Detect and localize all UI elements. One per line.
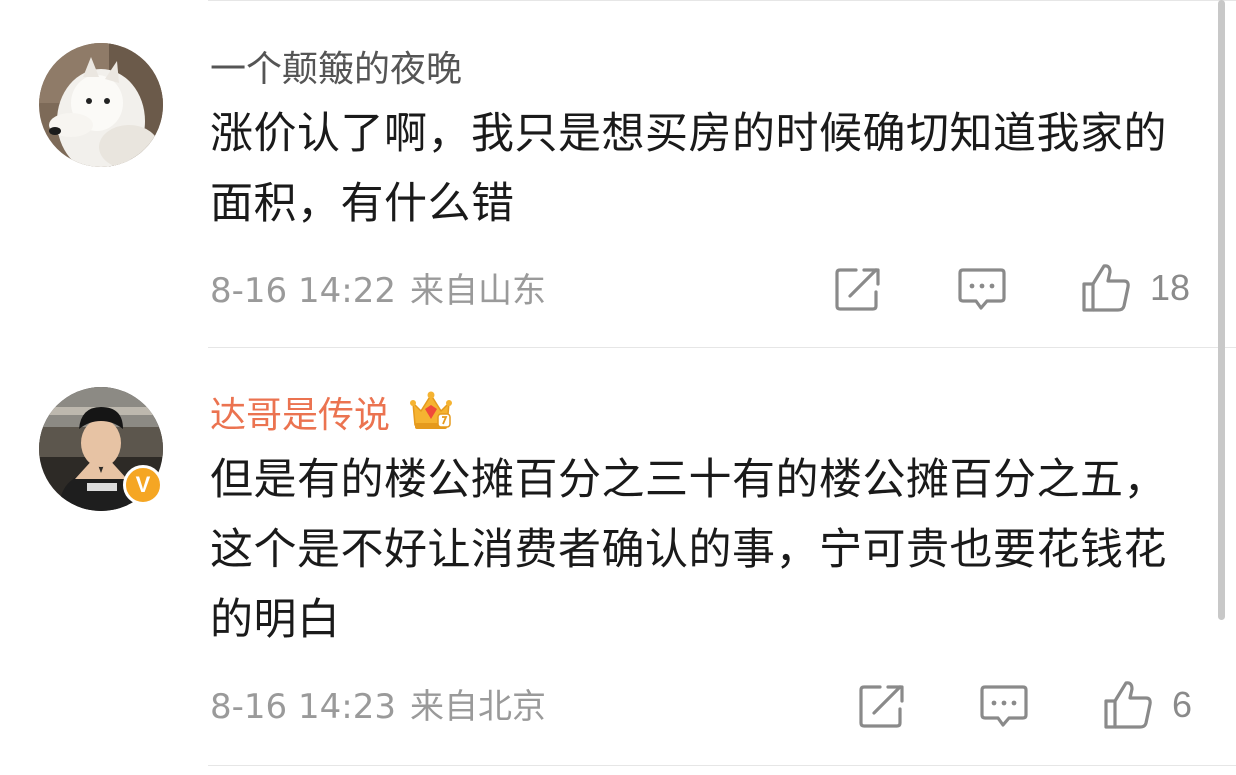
comment-item: 一个颠簸的夜晚 涨价认了啊，我只是想买房的时候确切知道我家的面积，有什么错 8-… (0, 0, 1236, 347)
comment-button[interactable] (980, 683, 1028, 729)
share-icon (859, 685, 904, 728)
dog-avatar-image (39, 43, 163, 167)
share-button[interactable] (858, 683, 906, 729)
comment-list: 一个颠簸的夜晚 涨价认了啊，我只是想买房的时候确切知道我家的面积，有什么错 8-… (0, 0, 1236, 775)
timestamp: 8-16 14:23 (210, 687, 396, 727)
username[interactable]: 达哥是传说 (210, 389, 453, 438)
share-icon (835, 268, 880, 311)
like-icon (1082, 264, 1130, 312)
comment-button[interactable] (958, 266, 1006, 312)
comment-icon (980, 685, 1028, 727)
verified-badge: V (123, 465, 163, 505)
location: 来自北京 (409, 687, 546, 727)
like-icon (1104, 681, 1152, 729)
comment-meta: 8-16 14:22 来自山东 (210, 271, 546, 311)
comment-text: 但是有的楼公摊百分之三十有的楼公摊百分之五，这个是不好让消费者确认的事，宁可贵也… (210, 455, 1167, 645)
comment-item: V 达哥是传说 但是有的楼公摊百分之三十有的楼公摊百分之五，这个是不好让消费者确… (0, 347, 1236, 767)
avatar[interactable] (39, 43, 163, 167)
location: 来自山东 (409, 271, 546, 311)
timestamp: 8-16 14:22 (210, 271, 396, 311)
crown-icon (410, 391, 453, 429)
like-button[interactable]: 6 (1102, 679, 1192, 731)
like-count: 6 (1172, 684, 1193, 725)
avatar[interactable]: V (39, 387, 163, 511)
username[interactable]: 一个颠簸的夜晚 (210, 48, 462, 92)
username-text: 达哥是传说 (210, 395, 391, 436)
like-count: 18 (1150, 267, 1191, 308)
comment-meta: 8-16 14:23 来自北京 (210, 687, 546, 727)
divider (208, 765, 1236, 766)
comment-icon (958, 268, 1006, 310)
like-button[interactable]: 18 (1080, 262, 1190, 314)
scrollbar[interactable] (1218, 0, 1225, 620)
comment-text: 涨价认了啊，我只是想买房的时候确切知道我家的面积，有什么错 (210, 109, 1167, 229)
share-button[interactable] (834, 266, 882, 312)
